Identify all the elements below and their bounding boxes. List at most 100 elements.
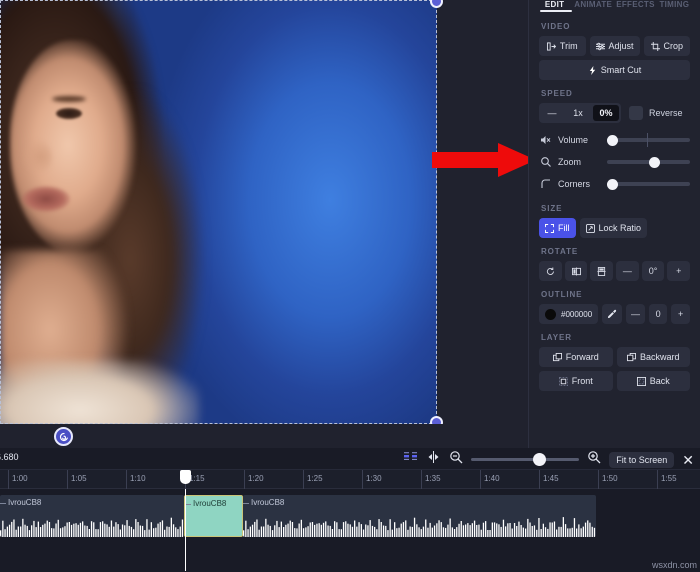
- zoom-slider-row[interactable]: Zoom: [539, 151, 690, 173]
- smart-cut-button[interactable]: Smart Cut: [539, 60, 690, 80]
- volume-slider-row[interactable]: Volume: [539, 129, 690, 151]
- rotate-decrease-button[interactable]: —: [616, 261, 639, 281]
- playhead[interactable]: [185, 489, 186, 571]
- ruler-tick-label: 1:40: [484, 474, 500, 483]
- fit-to-screen-button[interactable]: Fit to Screen: [609, 452, 674, 468]
- trim-button[interactable]: Trim: [539, 36, 586, 56]
- ruler-tick: 1:05: [67, 470, 68, 489]
- video-preview-area[interactable]: [0, 0, 528, 448]
- close-timeline-button[interactable]: ✕: [682, 453, 694, 467]
- crop-button[interactable]: Crop: [644, 36, 691, 56]
- panel-tabs[interactable]: EDIT ANIMATE EFFECTS TIMING: [539, 0, 690, 13]
- rotate-button-row: — 0° +: [539, 261, 690, 281]
- rotate-icon[interactable]: [539, 261, 562, 281]
- outline-width-value[interactable]: 0: [649, 304, 668, 324]
- size-button-row: Fill Lock Ratio: [539, 218, 690, 238]
- subject-eyebrow: [52, 96, 86, 102]
- volume-slider[interactable]: [607, 133, 690, 147]
- corners-label: Corners: [558, 179, 602, 189]
- video-frame[interactable]: [0, 0, 437, 424]
- tab-edit[interactable]: EDIT: [539, 0, 570, 9]
- timeline-track-area[interactable]: IvrouCB8 IvrouCB8 IvrouCB8: [0, 489, 700, 571]
- resize-handle-top-right[interactable]: [430, 0, 443, 8]
- backward-button[interactable]: Backward: [617, 347, 691, 367]
- volume-knob[interactable]: [607, 135, 618, 146]
- timeline-zoom-slider[interactable]: [471, 458, 579, 461]
- bring-forward-icon: [553, 353, 562, 362]
- front-button[interactable]: Front: [539, 371, 613, 391]
- adjust-label: Adjust: [609, 41, 634, 51]
- zoom-knob[interactable]: [649, 157, 660, 168]
- outline-width-decrease[interactable]: —: [626, 304, 645, 324]
- current-time-display: 6.680: [0, 452, 19, 462]
- timeline-clip[interactable]: IvrouCB8: [243, 495, 596, 537]
- split-clip-icon[interactable]: [426, 450, 441, 469]
- tab-effects[interactable]: EFFECTS: [616, 0, 655, 9]
- ruler-tick-label: 1:05: [71, 474, 87, 483]
- speed-rate-label: 1x: [565, 103, 591, 123]
- flip-horizontal-icon[interactable]: [565, 261, 588, 281]
- flip-vertical-icon[interactable]: [590, 261, 613, 281]
- speed-decrease-button[interactable]: —: [539, 103, 565, 123]
- tab-animate[interactable]: ANIMATE: [574, 0, 612, 9]
- reverse-toggle[interactable]: Reverse: [629, 106, 683, 120]
- bring-to-front-icon: [559, 377, 568, 386]
- adjust-button[interactable]: Adjust: [590, 36, 640, 56]
- eyedropper-icon[interactable]: [602, 304, 622, 324]
- front-label: Front: [572, 376, 593, 386]
- preview-action-button[interactable]: [54, 427, 73, 446]
- back-button[interactable]: Back: [617, 371, 691, 391]
- rotate-degree-value[interactable]: 0°: [642, 261, 665, 281]
- active-tab-indicator: [540, 10, 572, 12]
- speaker-muted-icon: [539, 134, 553, 146]
- reverse-checkbox[interactable]: [629, 106, 643, 120]
- lock-ratio-button[interactable]: Lock Ratio: [580, 218, 648, 238]
- corners-track: [607, 182, 690, 186]
- corners-knob[interactable]: [607, 179, 618, 190]
- subject-eye: [56, 108, 82, 119]
- clip-label: IvrouCB8: [193, 499, 226, 508]
- clip-handle[interactable]: [243, 503, 249, 504]
- ruler-tick-label: 1:30: [366, 474, 382, 483]
- speed-controls: — 1x 0% Reverse: [539, 103, 690, 123]
- zoom-slider[interactable]: [607, 155, 690, 169]
- timeline-clip-selected[interactable]: IvrouCB8: [184, 495, 243, 537]
- fill-button[interactable]: Fill: [539, 218, 576, 238]
- ruler-tick-label: 1:55: [661, 474, 677, 483]
- annotation-arrow: [432, 143, 536, 177]
- smart-cut-label: Smart Cut: [601, 65, 642, 75]
- trim-icon: [547, 42, 556, 51]
- send-backward-icon: [627, 353, 636, 362]
- volume-track: [607, 138, 690, 142]
- backward-label: Backward: [640, 352, 680, 362]
- zoom-out-icon[interactable]: [449, 450, 463, 469]
- clip-handle[interactable]: [0, 503, 6, 504]
- timeline-clip[interactable]: IvrouCB8: [0, 495, 184, 537]
- ruler-tick-label: 1:25: [307, 474, 323, 483]
- outline-color-picker[interactable]: #000000: [539, 304, 598, 324]
- outline-width-increase[interactable]: +: [671, 304, 690, 324]
- speed-percent-value[interactable]: 0%: [593, 105, 619, 121]
- tab-timing[interactable]: TIMING: [659, 0, 690, 9]
- forward-label: Forward: [566, 352, 599, 362]
- section-label-layer: LAYER: [541, 333, 690, 342]
- magnet-snap-icon[interactable]: [403, 451, 418, 469]
- corners-slider[interactable]: [607, 177, 690, 191]
- forward-button[interactable]: Forward: [539, 347, 613, 367]
- clip-label: IvrouCB8: [8, 498, 41, 507]
- fill-label: Fill: [558, 223, 570, 233]
- speed-stepper[interactable]: — 1x 0%: [539, 103, 621, 123]
- lock-ratio-label: Lock Ratio: [599, 223, 642, 233]
- zoom-in-icon[interactable]: [587, 450, 601, 469]
- corners-slider-row[interactable]: Corners: [539, 173, 690, 195]
- playhead-handle[interactable]: [180, 470, 191, 484]
- subject-nose: [22, 140, 52, 174]
- timeline-ruler[interactable]: 1:001:051:101:151:201:251:301:351:401:45…: [0, 470, 700, 489]
- ruler-tick: 1:50: [598, 470, 599, 489]
- ruler-tick-label: 1:00: [12, 474, 28, 483]
- watermark: wsxdn.com: [652, 560, 697, 570]
- timeline-zoom-knob[interactable]: [533, 453, 546, 466]
- rotate-increase-button[interactable]: +: [667, 261, 690, 281]
- send-to-back-icon: [637, 377, 646, 386]
- ruler-tick: 1:00: [8, 470, 9, 489]
